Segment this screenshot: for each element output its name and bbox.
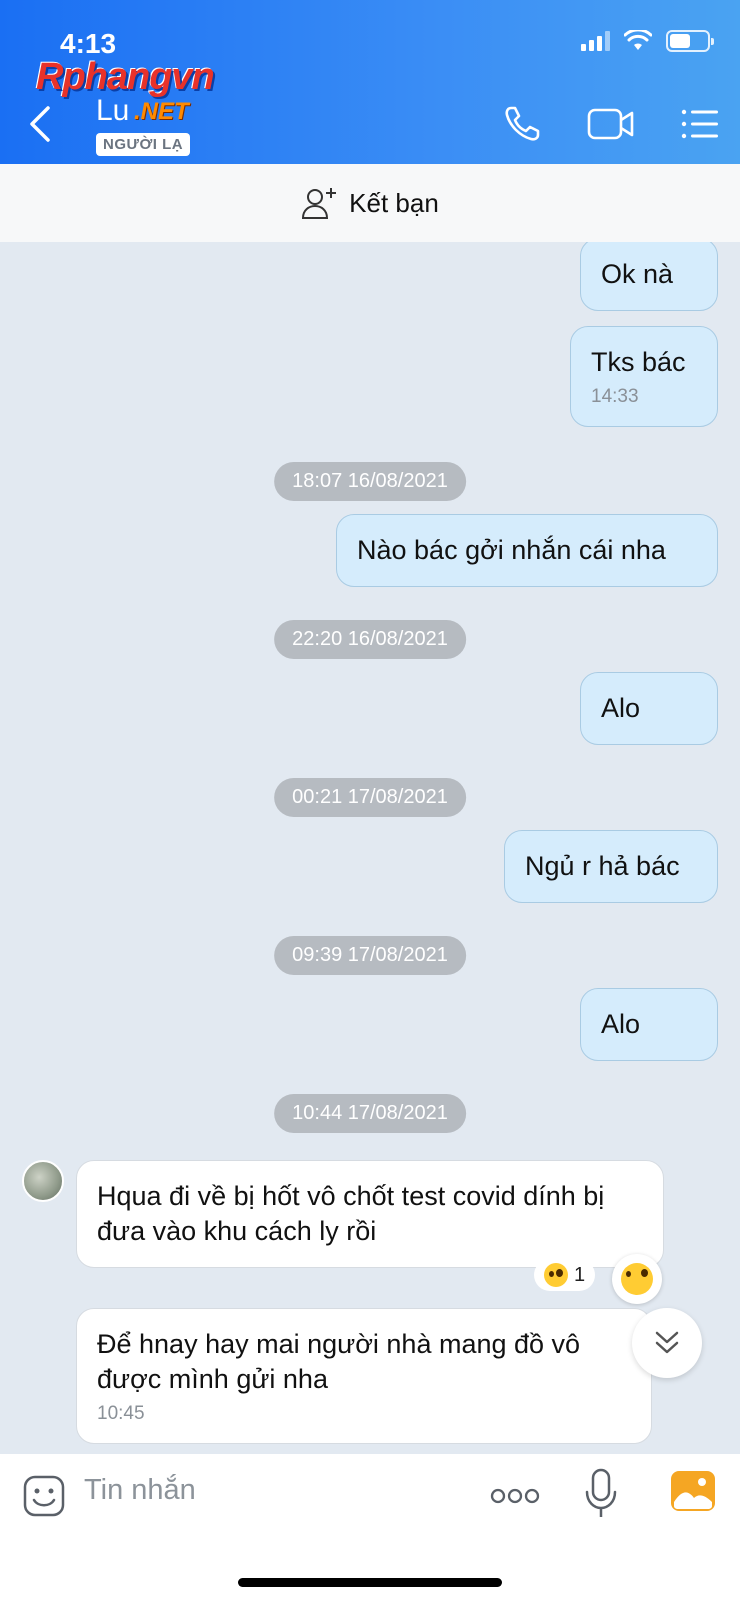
react-button[interactable]: [612, 1254, 662, 1304]
message-bubble-incoming[interactable]: Để hnay hay mai người nhà mang đồ vô đượ…: [76, 1308, 652, 1444]
more-dots-icon[interactable]: [490, 1486, 540, 1506]
message-bubble-outgoing[interactable]: Ok nà: [580, 242, 718, 311]
add-user-icon: [302, 188, 337, 219]
reaction-summary[interactable]: 1: [534, 1259, 596, 1291]
home-indicator: [238, 1578, 502, 1587]
microphone-icon[interactable]: [584, 1468, 618, 1520]
battery-icon: [666, 30, 714, 52]
date-separator: 09:39 17/08/2021: [274, 936, 466, 975]
date-separator: 10:44 17/08/2021: [274, 1094, 466, 1133]
message-bubble-outgoing[interactable]: Ngủ r hả bác: [504, 830, 718, 903]
wifi-icon: [624, 30, 652, 50]
scroll-to-bottom-button[interactable]: [632, 1308, 702, 1378]
message-time: 14:33: [591, 386, 639, 407]
date-separator: 18:07 16/08/2021: [274, 462, 466, 501]
message-text: Alo: [601, 1009, 641, 1039]
date-separator: 22:20 16/08/2021: [274, 620, 466, 659]
contact-name[interactable]: Lu: [96, 94, 129, 128]
message-text: Ngủ r hả bác: [525, 851, 680, 881]
reaction-count: 1: [574, 1263, 586, 1286]
image-gallery-icon[interactable]: [670, 1470, 716, 1512]
message-text: Tks bác: [591, 347, 686, 377]
sticker-icon[interactable]: [22, 1474, 66, 1518]
add-friend-label: Kết bạn: [349, 187, 439, 218]
watermark-suffix: .NET: [134, 98, 189, 125]
chat-header: 4:13 Rphangvn .NET Lu NGƯỜI LẠ: [0, 0, 740, 164]
message-bubble-outgoing[interactable]: Tks bác 14:33: [570, 326, 718, 427]
message-text: Nào bác gởi nhắn cái nha: [357, 535, 666, 565]
message-bubble-outgoing[interactable]: Alo: [580, 988, 718, 1061]
message-bubble-outgoing[interactable]: Nào bác gởi nhắn cái nha: [336, 514, 718, 587]
add-friend-button[interactable]: Kết bạn: [0, 164, 740, 242]
watermark-logo: Rphangvn: [36, 56, 215, 98]
message-bubble-outgoing[interactable]: Alo: [580, 672, 718, 745]
video-camera-icon[interactable]: [586, 104, 636, 144]
double-chevron-down-icon: [655, 1331, 679, 1354]
phone-icon[interactable]: [502, 104, 542, 144]
stranger-badge: NGƯỜI LẠ: [96, 133, 191, 156]
message-bubble-incoming[interactable]: Hqua đi về bị hốt vô chốt test covid dín…: [76, 1160, 664, 1268]
message-list[interactable]: Ok nà Tks bác 14:33 18:07 16/08/2021 Nào…: [0, 242, 740, 1454]
status-icons: [581, 30, 714, 52]
message-time: 10:45: [97, 1403, 145, 1424]
wow-emoji-icon: [544, 1263, 568, 1287]
cellular-signal-icon: [581, 31, 610, 51]
avatar[interactable]: [22, 1160, 64, 1202]
message-text: Hqua đi về bị hốt vô chốt test covid dín…: [97, 1181, 605, 1246]
message-text: Ok nà: [601, 259, 674, 289]
wow-emoji-icon: [621, 1263, 653, 1295]
chevron-left-icon[interactable]: [26, 104, 56, 144]
message-input[interactable]: Tin nhắn: [84, 1474, 196, 1507]
date-separator: 00:21 17/08/2021: [274, 778, 466, 817]
message-text: Alo: [601, 693, 641, 723]
list-menu-icon[interactable]: [680, 104, 720, 144]
message-text: Để hnay hay mai người nhà mang đồ vô đượ…: [97, 1329, 581, 1394]
